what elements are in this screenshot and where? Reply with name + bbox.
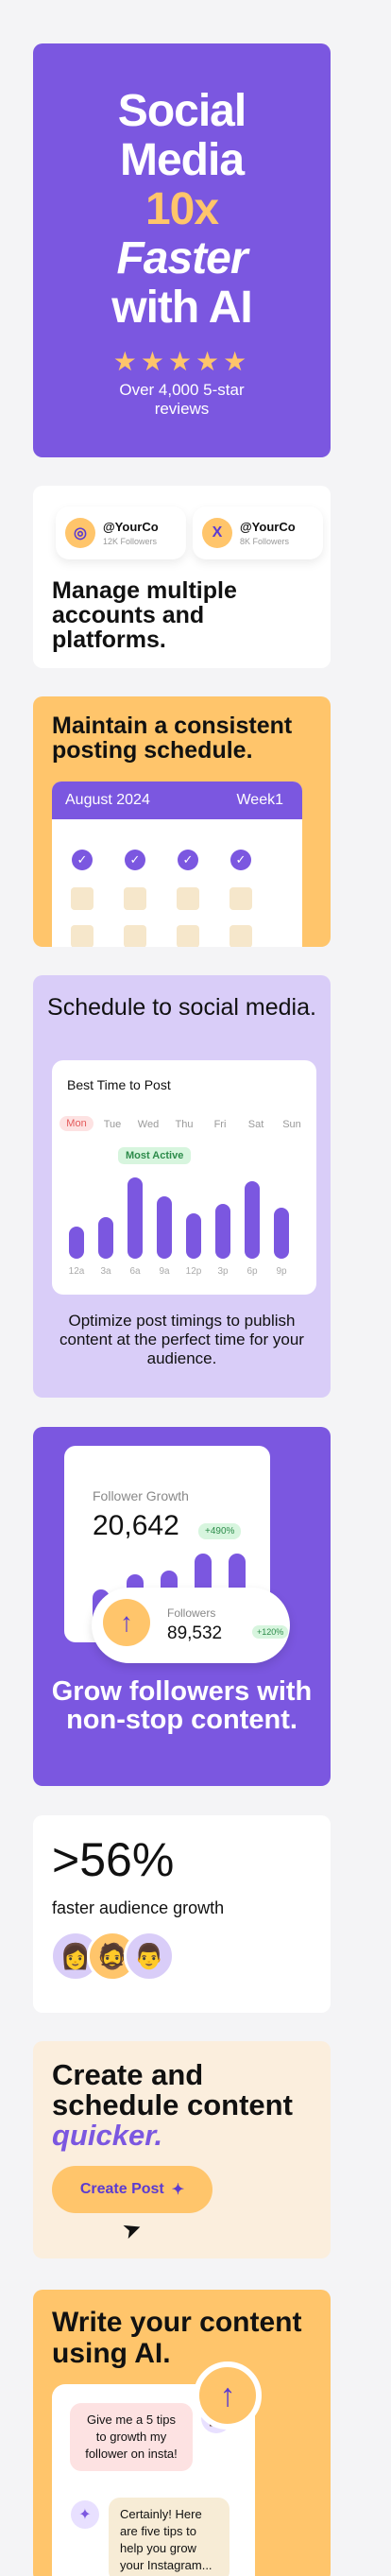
calendar-day[interactable] (124, 887, 146, 910)
hero-line-1: Social (117, 86, 246, 136)
account-chip-instagram[interactable]: ◎ @YourCo 12K Followers (56, 507, 186, 559)
check-icon: ✓ (230, 850, 251, 870)
calendar-week: Week1 (236, 792, 283, 808)
chart-bar (128, 1177, 143, 1259)
followers-count: 89,532 (167, 1623, 223, 1643)
calendar-day[interactable] (71, 887, 94, 910)
social-heading: Schedule to social media. (47, 994, 316, 1021)
day-label[interactable]: Sat (239, 1119, 273, 1130)
day-label[interactable]: Fri (203, 1119, 237, 1130)
day-label[interactable]: Mon (60, 1116, 94, 1131)
account-list: ◎ @YourCo 12K Followers X @YourCo 8K Fol… (56, 507, 331, 563)
arrow-up-icon: ↑ (103, 1599, 150, 1646)
hero-line-5: with AI (111, 283, 253, 333)
check-icon: ✓ (72, 850, 93, 870)
hero-title: Social Media 10x Faster with AI (33, 87, 331, 333)
cursor-icon: ➤ (118, 2214, 146, 2245)
user-message: Give me a 5 tips to growth my follower o… (70, 2403, 193, 2471)
sparkle-icon: ✦ (71, 2500, 99, 2529)
schedule-heading: Maintain a consistent posting schedule. (52, 713, 293, 764)
chart-bar (274, 1208, 289, 1259)
avatar: 👨 (124, 1931, 175, 1982)
hour-label: 6a (129, 1266, 141, 1277)
chart-bar (98, 1217, 113, 1259)
chart-bar (215, 1204, 230, 1259)
best-time-panel: Best Time to Post Mon Tue Wed Thu Fri Sa… (52, 1060, 316, 1295)
ai-heading: Write your content using AI. (52, 2307, 302, 2369)
create-post-label: Create Post (79, 2181, 164, 2197)
account-followers: 8K Followers (240, 537, 290, 546)
grow-card: Follower Growth 20,642 +490% ↑ Followers… (33, 1427, 331, 1786)
day-label[interactable]: Thu (167, 1119, 201, 1130)
followers-badge: +120% (252, 1625, 289, 1639)
create-post-button[interactable]: Create Post ✦ (52, 2166, 212, 2213)
create-heading-accent: quicker. (52, 2119, 163, 2152)
social-description: Optimize post timings to publish content… (60, 1312, 304, 1367)
hour-label: 6p (246, 1266, 258, 1277)
chart-bar (245, 1181, 260, 1259)
create-heading-text: Create and schedule content (52, 2058, 293, 2121)
calendar-month: August 2024 (65, 792, 150, 808)
calendar-header: August 2024 Week1 (52, 781, 302, 819)
arrow-up-icon[interactable]: ↑ (194, 2361, 262, 2430)
account-followers: 12K Followers (103, 537, 158, 546)
day-label[interactable]: Sun (275, 1119, 309, 1130)
hour-label: 3a (100, 1266, 111, 1277)
grow-heading: Grow followers with non-stop content. (51, 1676, 313, 1735)
schedule-social-card: Schedule to social media. Best Time to P… (33, 975, 331, 1398)
stat-label: faster audience growth (52, 1898, 225, 1917)
hour-label: 3p (217, 1266, 229, 1277)
account-handle: @YourCo (240, 520, 296, 534)
hero-line-2: Media (119, 135, 245, 185)
ai-message: Certainly! Here are five tips to help yo… (109, 2498, 230, 2576)
x-icon: X (202, 518, 232, 548)
hour-label: 9a (159, 1266, 170, 1277)
calendar-widget: August 2024 Week1 ✓ ✓ ✓ ✓ (52, 781, 302, 947)
account-chip-x[interactable]: X @YourCo 8K Followers (193, 507, 323, 559)
check-icon: ✓ (125, 850, 145, 870)
followers-label: Followers (167, 1606, 216, 1620)
accounts-card: ◎ @YourCo 12K Followers X @YourCo 8K Fol… (33, 486, 331, 668)
hero-card: Social Media 10x Faster with AI ★★★★★ Ov… (33, 43, 331, 457)
stat-card: >56% faster audience growth 👩 🧔 👨 (33, 1815, 331, 2013)
star-rating-icon: ★★★★★ (112, 347, 251, 376)
follower-growth-title: Follower Growth (93, 1488, 189, 1503)
day-label[interactable]: Tue (95, 1119, 129, 1130)
check-icon: ✓ (178, 850, 198, 870)
followers-pill: ↑ Followers 89,532 +120% (92, 1588, 290, 1663)
instagram-icon: ◎ (65, 518, 95, 548)
account-handle: @YourCo (103, 520, 159, 534)
schedule-card: Maintain a consistent posting schedule. … (33, 696, 331, 947)
calendar-day[interactable] (230, 925, 252, 947)
hour-label: 12p (185, 1266, 202, 1277)
calendar-day[interactable] (177, 925, 199, 947)
calendar-day[interactable] (124, 925, 146, 947)
hour-label: 12a (68, 1266, 85, 1277)
create-card: Create and schedule content quicker. Cre… (33, 2041, 331, 2258)
ai-card: Write your content using AI. Give me a 5… (33, 2290, 331, 2576)
hero-subtitle: Over 4,000 5-star reviews (119, 381, 245, 418)
stat-value: >56% (52, 1833, 175, 1886)
follower-growth-count: 20,642 (93, 1510, 179, 1541)
hero-italic: Faster (116, 233, 247, 283)
chart-bar (157, 1196, 172, 1259)
hour-label: 9p (276, 1266, 287, 1277)
most-active-badge: Most Active (118, 1147, 192, 1164)
calendar-day[interactable] (71, 925, 94, 947)
day-label[interactable]: Wed (131, 1119, 165, 1130)
growth-badge: +490% (198, 1523, 242, 1539)
best-time-title: Best Time to Post (67, 1077, 171, 1092)
calendar-day[interactable] (230, 887, 252, 910)
chart-bar (69, 1227, 84, 1259)
sparkle-icon: ✦ (171, 2182, 185, 2198)
chart-bar (186, 1213, 201, 1259)
accounts-heading: Manage multiple accounts and platforms. (52, 577, 237, 653)
calendar-day[interactable] (177, 887, 199, 910)
hero-accent: 10x (144, 184, 219, 234)
create-heading: Create and schedule content quicker. (52, 2060, 307, 2151)
